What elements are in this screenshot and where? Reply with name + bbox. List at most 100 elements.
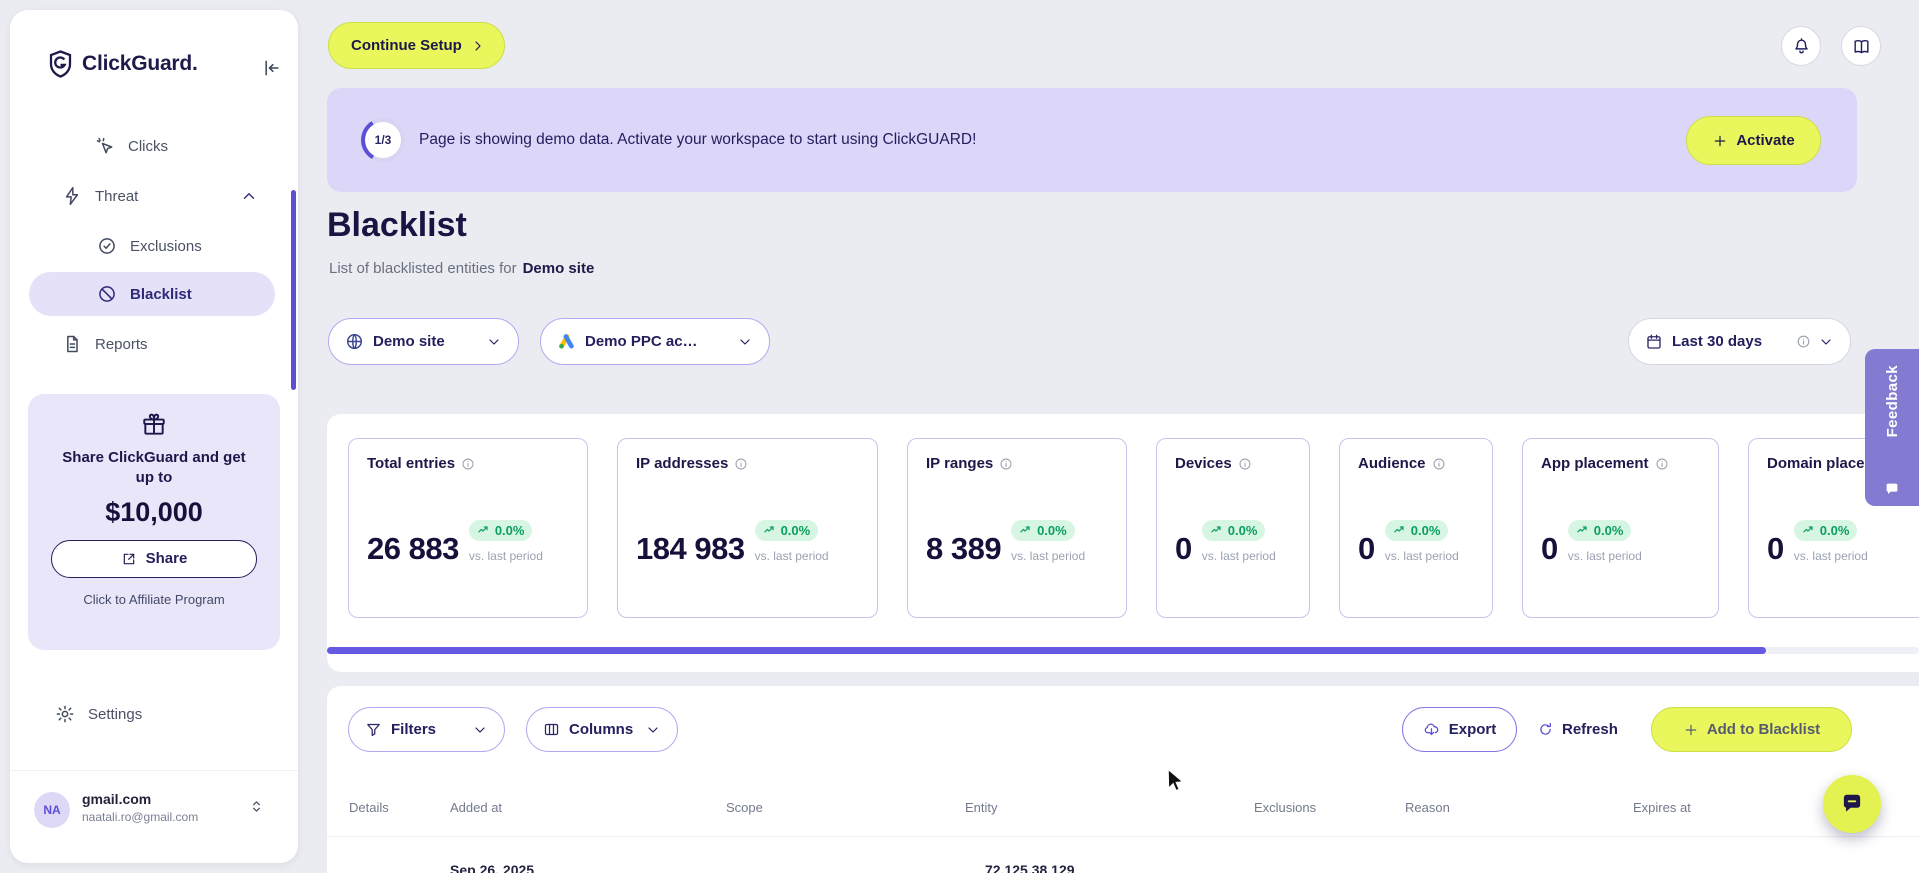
page-subtitle-text: List of blacklisted entities for: [329, 260, 517, 277]
site-selector[interactable]: Demo site: [328, 318, 519, 365]
column-header-added-at[interactable]: Added at: [450, 800, 502, 815]
feedback-tab[interactable]: Feedback: [1865, 349, 1919, 506]
brand: ClickGuard.: [48, 50, 198, 78]
info-icon[interactable]: [734, 457, 748, 471]
stat-period-label: vs. last period: [1011, 549, 1086, 563]
user-menu[interactable]: NA gmail.com naatali.ro@gmail.com: [10, 780, 298, 850]
row-entity[interactable]: 72.125.38.129: [985, 862, 1075, 873]
user-name: gmail.com: [82, 791, 152, 807]
sidebar-collapse-icon[interactable]: [262, 58, 282, 78]
stat-label: Devices: [1175, 455, 1232, 472]
clickguard-logo-icon: [48, 50, 73, 78]
demo-banner-message: Page is showing demo data. Activate your…: [419, 131, 977, 148]
refresh-label: Refresh: [1562, 721, 1618, 738]
user-email: naatali.ro@gmail.com: [82, 810, 199, 824]
share-button[interactable]: Share: [51, 539, 257, 578]
stat-period-label: vs. last period: [1201, 549, 1276, 563]
site-selector-label: Demo site: [373, 333, 445, 350]
stat-card-ip-ranges: IP ranges 8 389 0.0% vs. last period: [907, 438, 1127, 618]
row-added-at: Sep 26, 2025: [450, 862, 535, 873]
columns-button[interactable]: Columns: [526, 707, 678, 752]
promo-amount: $10,000: [105, 496, 203, 527]
stat-value: 8 389: [926, 531, 1002, 566]
continue-setup-button[interactable]: Continue Setup: [328, 22, 505, 69]
info-icon[interactable]: [1655, 457, 1669, 471]
divider: [10, 770, 298, 771]
feedback-label: Feedback: [1884, 365, 1901, 438]
sidebar-item-reports[interactable]: Reports: [62, 322, 148, 366]
date-range-selector[interactable]: Last 30 days: [1628, 318, 1851, 365]
stat-label: IP addresses: [636, 455, 729, 472]
promo-title: Share ClickGuard and get up to: [62, 449, 246, 487]
activate-button[interactable]: Activate: [1686, 116, 1821, 165]
table-panel: Filters Columns Export Refresh Add to Bl…: [327, 686, 1919, 873]
stat-value: 0: [1175, 531, 1192, 566]
info-icon[interactable]: [999, 457, 1013, 471]
resources-button[interactable]: [1841, 26, 1881, 66]
column-header-reason[interactable]: Reason: [1405, 800, 1450, 815]
sidebar-item-threat[interactable]: Threat: [62, 174, 258, 218]
sidebar-item-exclusions[interactable]: Exclusions: [97, 224, 202, 268]
refresh-button[interactable]: Refresh: [1537, 707, 1618, 752]
notifications-button[interactable]: [1781, 26, 1821, 66]
stat-period-label: vs. last period: [1384, 549, 1459, 563]
affiliate-promo-card: Share ClickGuard and get up to $10,000 S…: [28, 394, 280, 650]
chevron-down-icon: [645, 722, 661, 738]
column-header-exclusions[interactable]: Exclusions: [1254, 800, 1316, 815]
stat-value: 0: [1358, 531, 1375, 566]
chat-launcher-button[interactable]: [1823, 775, 1881, 833]
sidebar: ClickGuard. Clicks Threat Exclusions Bla…: [10, 10, 298, 863]
stat-value: 0: [1767, 531, 1784, 566]
export-button[interactable]: Export: [1402, 707, 1517, 752]
feedback-icon: [1884, 481, 1900, 497]
stat-card-total-entries: Total entries 26 883 0.0% vs. last perio…: [348, 438, 588, 618]
stat-value: 0: [1541, 531, 1558, 566]
divider: [327, 836, 1919, 837]
stat-card-app-placement: App placement 0 0.0% vs. last period: [1522, 438, 1719, 618]
stat-delta-badge: 0.0%: [1011, 520, 1075, 541]
chevron-right-icon: [470, 38, 486, 54]
info-icon[interactable]: [1238, 457, 1252, 471]
sidebar-item-blacklist[interactable]: Blacklist: [29, 272, 275, 316]
ppc-account-selector-label: Demo PPC ac…: [585, 333, 698, 350]
stat-value: 184 983: [636, 531, 745, 566]
info-icon[interactable]: [1432, 457, 1446, 471]
bolt-icon: [62, 186, 82, 206]
stat-period-label: vs. last period: [1567, 549, 1642, 563]
ppc-account-selector[interactable]: Demo PPC ac…: [540, 318, 770, 365]
sidebar-item-settings[interactable]: Settings: [55, 692, 142, 736]
chevron-down-icon: [1818, 334, 1834, 350]
horizontal-scrollbar-thumb[interactable]: [327, 647, 1766, 654]
column-header-expires-at[interactable]: Expires at: [1633, 800, 1691, 815]
document-icon: [62, 334, 82, 354]
chevron-down-icon: [486, 334, 502, 350]
stat-delta-badge: 0.0%: [468, 520, 533, 541]
stat-card-audience: Audience 0 0.0% vs. last period: [1339, 438, 1493, 618]
column-header-details[interactable]: Details: [349, 800, 389, 815]
sidebar-item-clicks[interactable]: Clicks: [95, 124, 168, 168]
sidebar-item-label: Threat: [95, 187, 139, 205]
column-header-scope[interactable]: Scope: [726, 800, 763, 815]
sidebar-item-label: Clicks: [128, 137, 168, 155]
column-header-entity[interactable]: Entity: [965, 800, 998, 815]
google-ads-icon: [557, 332, 576, 351]
gift-icon: [141, 412, 167, 438]
affiliate-link[interactable]: Click to Affiliate Program: [83, 592, 224, 607]
gear-icon: [55, 704, 75, 724]
blocked-icon: [97, 284, 117, 304]
stat-label: IP ranges: [926, 455, 994, 472]
sidebar-scrollbar[interactable]: [291, 190, 296, 390]
sidebar-item-label: Blacklist: [130, 285, 192, 303]
stat-label: App placement: [1541, 455, 1649, 472]
refresh-icon: [1537, 721, 1554, 738]
add-to-blacklist-button[interactable]: Add to Blacklist: [1651, 707, 1852, 752]
filters-button[interactable]: Filters: [348, 707, 505, 752]
plus-icon: [1683, 722, 1699, 738]
info-icon[interactable]: [461, 457, 475, 471]
check-circle-icon: [97, 236, 117, 256]
stat-label: Total entries: [367, 455, 456, 472]
stat-period-label: vs. last period: [1793, 549, 1868, 563]
stat-value: 26 883: [367, 531, 459, 566]
calendar-icon: [1645, 333, 1663, 351]
stat-label: Audience: [1358, 455, 1426, 472]
